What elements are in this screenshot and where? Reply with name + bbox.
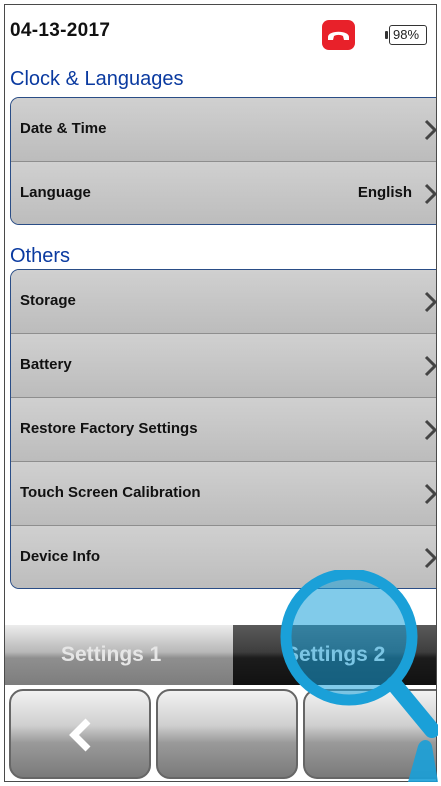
chevron-right-icon [424, 183, 436, 205]
back-chevron-icon [69, 718, 91, 752]
chevron-right-icon [424, 291, 436, 313]
chevron-right-icon [424, 419, 436, 441]
row-label: Device Info [20, 548, 101, 565]
tab-settings-2[interactable]: Settings 2 [233, 625, 436, 685]
row-label: Restore Factory Settings [20, 420, 198, 437]
settings-group-others: Storage Battery Restore Factory Settings… [10, 269, 436, 589]
chevron-right-icon [424, 119, 436, 141]
row-label: Storage [20, 292, 76, 309]
tab-settings-1[interactable]: Settings 1 [5, 625, 234, 685]
status-bar: 04-13-2017 98% [5, 5, 436, 57]
row-restore-factory-settings[interactable]: Restore Factory Settings [11, 398, 436, 462]
row-label: Touch Screen Calibration [20, 484, 201, 501]
back-button[interactable] [9, 689, 151, 779]
settings-group-clock-languages: Date & Time Language English [10, 97, 436, 225]
status-date: 04-13-2017 [10, 20, 111, 41]
chevron-right-icon [424, 355, 436, 377]
end-call-icon[interactable] [322, 20, 355, 50]
middle-button[interactable] [156, 689, 298, 779]
row-battery[interactable]: Battery [11, 334, 436, 398]
row-language[interactable]: Language English [11, 162, 436, 224]
tab-label: Settings 2 [285, 643, 386, 666]
row-storage[interactable]: Storage [11, 270, 436, 334]
row-label: Battery [20, 356, 72, 373]
tab-bar: Settings 1 Settings 2 [5, 625, 436, 685]
row-device-info[interactable]: Device Info [11, 526, 436, 588]
bottom-button-bar [5, 685, 436, 781]
device-screen: 04-13-2017 98% Clock & Languages Date & … [4, 4, 437, 782]
row-label: Language [20, 184, 91, 201]
right-button[interactable] [303, 689, 436, 779]
row-label: Date & Time [20, 120, 107, 137]
battery-level: 98% [393, 27, 420, 42]
battery-icon: 98% [385, 25, 427, 45]
chevron-right-icon [424, 547, 436, 569]
chevron-right-icon [424, 483, 436, 505]
tab-label: Settings 1 [61, 643, 162, 666]
section-title-clock-languages: Clock & Languages [10, 68, 184, 90]
row-value-language: English [357, 184, 412, 201]
section-title-others: Others [10, 245, 71, 267]
row-touch-screen-calibration[interactable]: Touch Screen Calibration [11, 462, 436, 526]
row-date-time[interactable]: Date & Time [11, 98, 436, 162]
